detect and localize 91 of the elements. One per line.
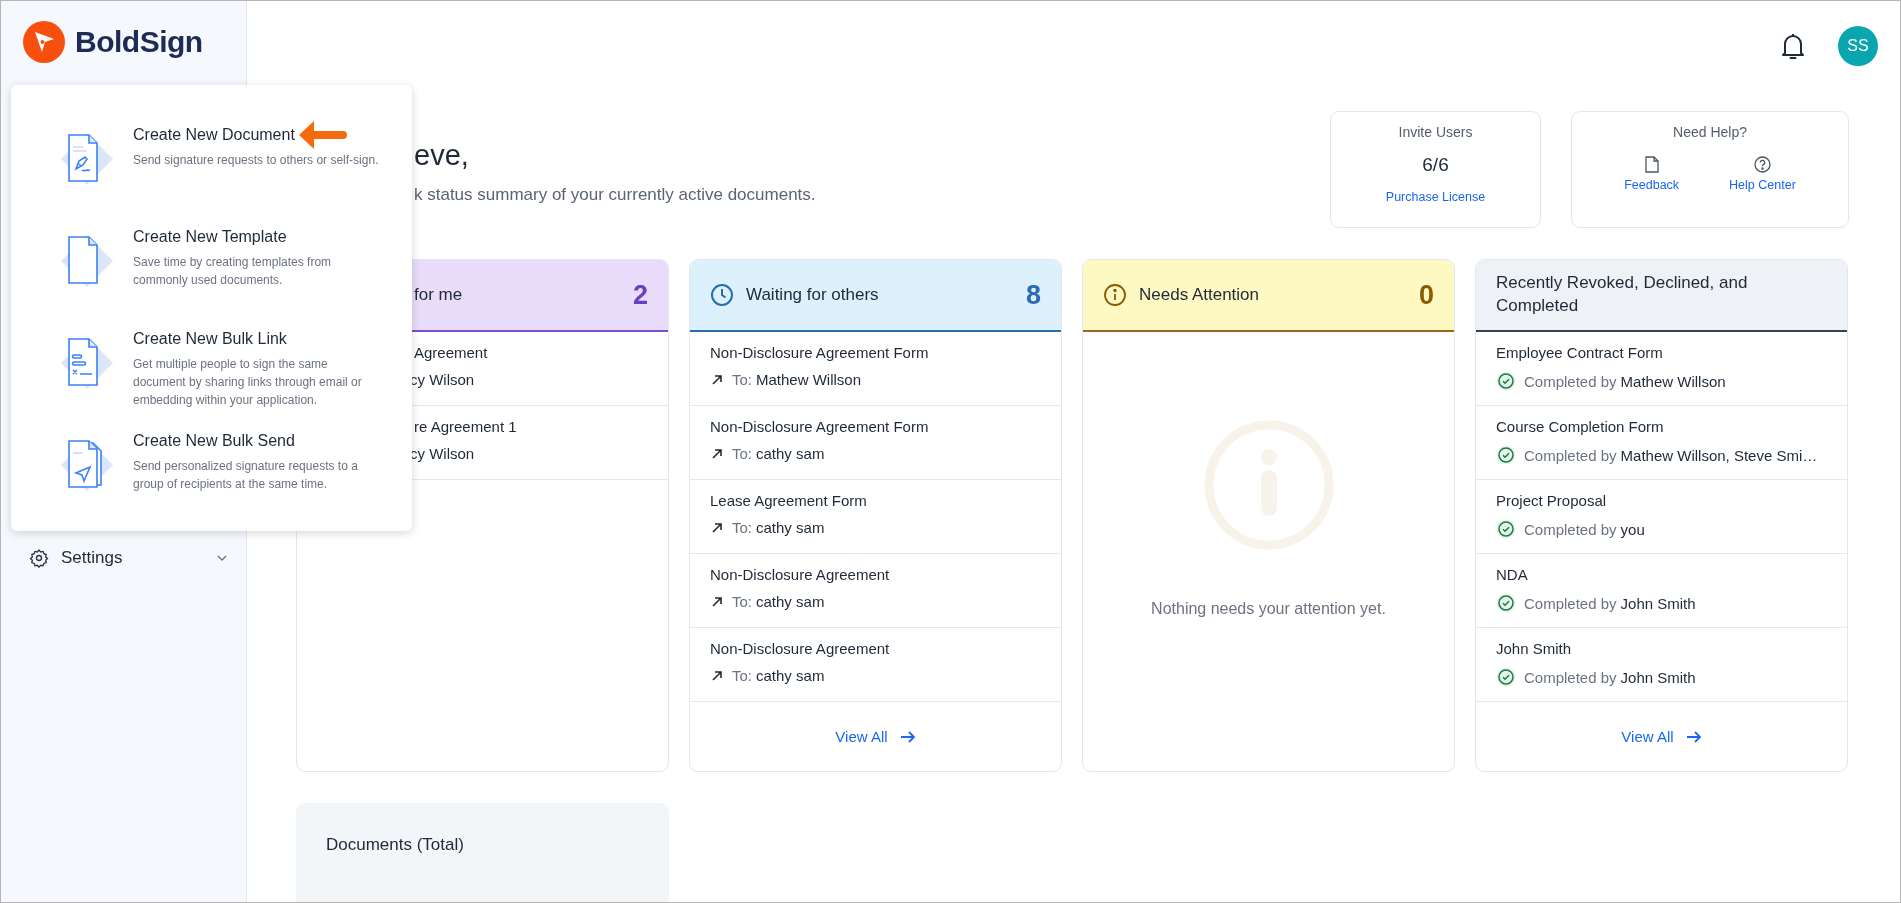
recipient-label: Completed by	[1524, 446, 1617, 464]
view-all-link[interactable]: View All	[1621, 728, 1702, 745]
notification-bell-icon[interactable]	[1780, 31, 1806, 61]
empty-state-message: Nothing needs your attention yet.	[1151, 600, 1386, 618]
recipient-name: cathy sam	[756, 667, 825, 684]
card-title: Documents (Total)	[326, 835, 464, 854]
recipient-name: cathy sam	[756, 593, 825, 610]
arrow-up-right-icon	[710, 446, 724, 461]
document-name: Project Proposal	[1496, 492, 1608, 509]
document-name: Non-Disclosure Agreement Form	[710, 418, 930, 435]
recipient-label: Completed by	[1524, 668, 1617, 686]
document-row[interactable]: Non-Disclosure Agreement Form To: cathy sam	[690, 406, 1061, 480]
recipient-label: Completed by	[1524, 372, 1617, 390]
menu-item-description: Send signature requests to others or self-sign.	[133, 152, 380, 169]
arrow-up-right-icon	[710, 594, 724, 609]
arrow-up-right-icon	[710, 668, 724, 683]
greeting-title: eve,	[414, 139, 470, 172]
document-name: Employee Contract Form	[1496, 344, 1664, 361]
logo-icon	[23, 21, 65, 63]
brand-name: BoldSign	[75, 25, 203, 59]
recipient-label: To:	[732, 371, 752, 388]
menu-item-title: Create New Template	[133, 228, 287, 246]
recipient-label: To:	[732, 519, 752, 536]
menu-item[interactable]: Create New Template Save time by creating templates from commonly used documents.	[55, 227, 392, 311]
check-circle-icon	[1496, 667, 1516, 687]
recipient-name: John Smith	[1620, 594, 1696, 612]
document-count: 8	[1025, 279, 1041, 311]
document-count: 2	[632, 279, 648, 311]
document-row[interactable]: Non-Disclosure Agreement To: cathy sam	[690, 554, 1061, 628]
document-name: re Agreement 1	[414, 418, 518, 435]
check-circle-icon	[1496, 371, 1516, 391]
recipient-label: Completed by	[1524, 520, 1617, 538]
document-count: 0	[1418, 279, 1434, 311]
document-name: Agreement	[414, 344, 489, 361]
panel-title: Invite Users	[1398, 124, 1473, 140]
view-all-link[interactable]: View All	[835, 728, 916, 745]
help-link[interactable]: Feedback	[1624, 178, 1680, 192]
recipient-label: To:	[732, 445, 752, 462]
check-circle-icon	[1496, 519, 1516, 539]
recipient-name: cathy sam	[756, 519, 825, 536]
document-row[interactable]: Employee Contract Form Completed by Mathew Willson	[1476, 332, 1847, 406]
document-name: Non-Disclosure Agreement Form	[710, 344, 930, 361]
menu-item-title: Create New Document	[133, 126, 295, 144]
arrow-up-right-icon	[710, 520, 724, 535]
document-name: Lease Agreement Form	[710, 492, 868, 509]
recipient-label: To:	[732, 593, 752, 610]
document-name: NDA	[1496, 566, 1529, 583]
panel-title: Need Help?	[1673, 124, 1747, 140]
check-circle-icon	[1496, 445, 1516, 465]
recipient-name: Mathew Willson, Steve Smi…	[1620, 446, 1818, 464]
recipient-name: Mathew Willson	[756, 371, 862, 388]
arrow-up-right-icon	[710, 372, 724, 387]
recipient-label: To:	[732, 667, 752, 684]
menu-item-title: Create New Bulk Link	[133, 330, 287, 348]
menu-item[interactable]: Create New Document Send signature requests to others or self-sign.	[55, 125, 392, 209]
arrow-right-icon	[899, 729, 916, 744]
purchase-license-link[interactable]: Purchase License	[1385, 190, 1486, 204]
recipient-name: Mathew Willson	[1620, 372, 1726, 390]
sidebar-item[interactable]: Settings	[1, 541, 246, 575]
document-row[interactable]: Lease Agreement Form To: cathy sam	[690, 480, 1061, 554]
clock-icon	[710, 283, 734, 307]
recipient-name: you	[1620, 520, 1645, 538]
document-row[interactable]: Course Completion Form Completed by Mathew Willson, Steve Smi…	[1476, 406, 1847, 480]
menu-item-title: Create New Bulk Send	[133, 432, 295, 450]
recipient-name: cathy sam	[756, 445, 825, 462]
document-name: Course Completion Form	[1496, 418, 1665, 435]
document-row[interactable]: Project Proposal Completed by you	[1476, 480, 1847, 554]
document-name: John Smith	[1496, 640, 1573, 657]
document-row[interactable]: Non-Disclosure Agreement Form To: Mathew Willson	[690, 332, 1061, 406]
document-icon	[1644, 156, 1659, 173]
document-row[interactable]: NDA Completed by John Smith	[1476, 554, 1847, 628]
arrow-right-icon	[1685, 729, 1702, 744]
sidebar-item-label: Settings	[61, 548, 124, 568]
greeting-subtitle: k status summary of your currently active documents.	[414, 185, 816, 205]
recipient-label: Completed by	[1524, 594, 1617, 612]
card-title: for me	[414, 283, 464, 306]
recipient-name: John Smith	[1620, 668, 1696, 686]
info-icon	[1103, 283, 1127, 307]
menu-item-description: Save time by creating templates from commonly used documents.	[133, 254, 333, 289]
document-name: Non-Disclosure Agreement	[710, 566, 891, 583]
help-link[interactable]: Help Center	[1729, 178, 1796, 192]
settings-icon	[29, 548, 49, 568]
user-count: 6/6	[1422, 154, 1449, 176]
document-name: Non-Disclosure Agreement	[710, 640, 891, 657]
card-title: Recently Revoked, Declined, and Completed	[1496, 272, 1749, 317]
check-circle-icon	[1496, 593, 1516, 613]
card-title: Waiting for others	[746, 283, 880, 306]
card-title: Needs Attention	[1139, 283, 1261, 306]
document-row[interactable]: John Smith Completed by John Smith	[1476, 628, 1847, 702]
document-row[interactable]: Non-Disclosure Agreement To: cathy sam	[690, 628, 1061, 702]
help-icon	[1753, 156, 1771, 173]
